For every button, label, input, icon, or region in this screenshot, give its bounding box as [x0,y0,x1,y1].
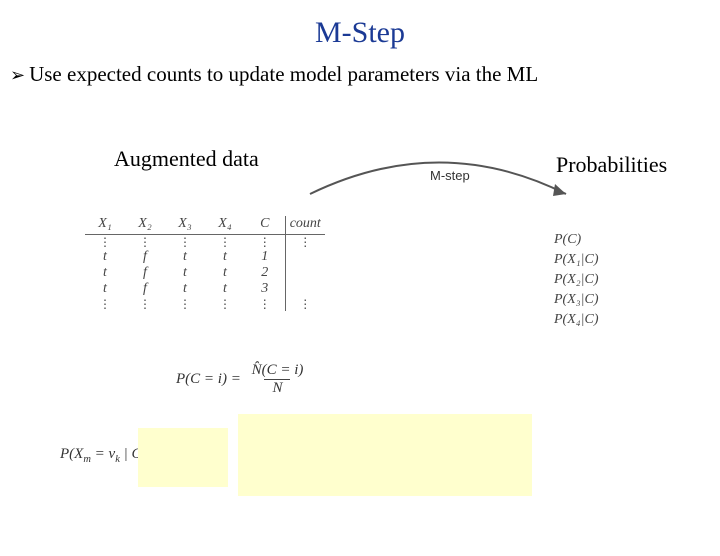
cell: f [125,265,165,281]
col-header: X₂ [125,216,165,235]
table-row: t f t t 3 [85,281,325,297]
prob-item: P(C) [554,230,598,250]
table-vdots: ⋮⋮⋮⋮⋮⋮ [85,235,325,250]
probabilities-label: Probabilities [550,150,673,180]
fraction: N̂(C = i) N [248,362,308,397]
cell [285,249,325,265]
slide-title: M-Step [0,16,720,50]
col-header: X₄ [205,216,245,235]
cell: t [205,249,245,265]
highlighted-mask [138,428,228,487]
table-vdots: ⋮⋮⋮⋮⋮⋮ [85,297,325,311]
mstep-arc-label: M-step [430,168,470,183]
cell: t [85,265,125,281]
prob-item: P(X₄|C) [554,310,598,330]
bullet-arrow-icon: ➢ [10,62,25,88]
cell: t [85,249,125,265]
cell: t [85,281,125,297]
col-header: count [285,216,325,235]
highlighted-mask [238,414,532,496]
cell: t [205,265,245,281]
col-header: C [245,216,285,235]
cell: f [125,281,165,297]
cell: t [205,281,245,297]
table-row: t f t t 2 [85,265,325,281]
table-header-row: X₁ X₂ X₃ X₄ C count [85,216,325,235]
cell: 2 [245,265,285,281]
cell: f [125,249,165,265]
cell: t [165,249,205,265]
probabilities-list: P(C) P(X₁|C) P(X₂|C) P(X₃|C) P(X₄|C) [554,230,598,330]
bullet-item: ➢ Use expected counts to update model pa… [10,62,720,88]
cell: t [165,265,205,281]
denominator: N [264,379,290,397]
sym: = v [91,446,115,462]
prob-item: P(X₃|C) [554,290,598,310]
formula-lhs: P(C = i) = [176,371,241,387]
table-row: t f t t 1 [85,249,325,265]
numerator: N̂(C = i) [248,362,308,379]
cell [285,265,325,281]
cell [285,281,325,297]
col-header: X₃ [165,216,205,235]
augmented-data-table: X₁ X₂ X₃ X₄ C count ⋮⋮⋮⋮⋮⋮ t f t t 1 t f… [85,216,325,311]
bullet-text: Use expected counts to update model para… [29,62,538,87]
sym: P(X [60,446,83,462]
cell: t [165,281,205,297]
augmented-data-label: Augmented data [108,144,265,174]
prob-item: P(X₂|C) [554,270,598,290]
cell: 1 [245,249,285,265]
cell: 3 [245,281,285,297]
col-header: X₁ [85,216,125,235]
sub: m [83,454,91,465]
formula-pc: P(C = i) = N̂(C = i) N [176,362,310,397]
prob-item: P(X₁|C) [554,250,598,270]
